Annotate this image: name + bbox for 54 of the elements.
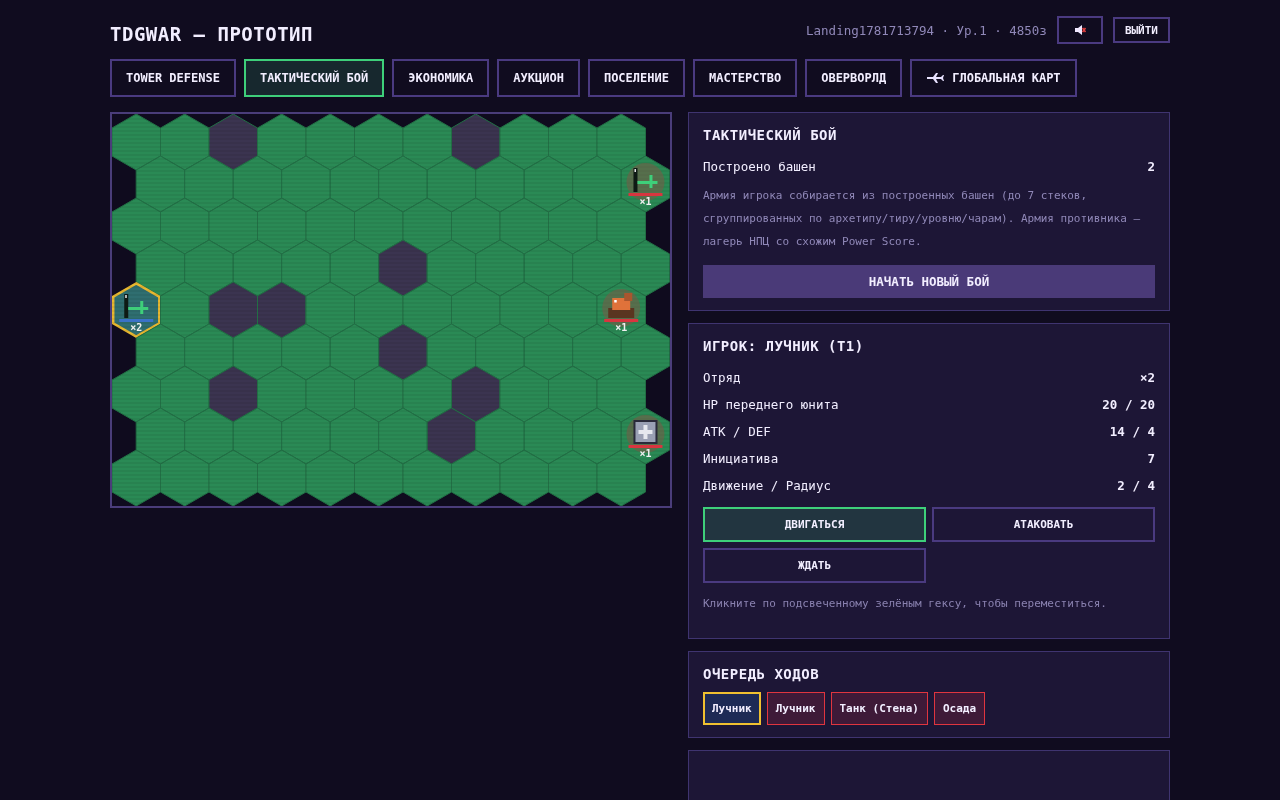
nav-tab[interactable]: ЭКОНОМИКА [392, 59, 490, 97]
action-button[interactable]: ДВИГАТЬСЯ [703, 507, 926, 542]
stat-value: 14 / 4 [1109, 424, 1155, 439]
hex-tile[interactable] [451, 449, 501, 506]
nav-tab[interactable]: ПОСЕЛЕНИЕ [587, 59, 685, 97]
stat-label: HP переднего юнита [703, 397, 839, 412]
queue-chip: Лучник [766, 692, 825, 725]
action-button[interactable]: АТАКОВАТЬ [932, 507, 1155, 542]
nav-tab[interactable]: АУКЦИОН [497, 59, 580, 97]
stat-label: Построено башен [703, 159, 816, 174]
mute-button[interactable] [1056, 16, 1103, 44]
panel-title: ИГРОК: ЛУЧНИК (T1) [703, 338, 865, 354]
hex-tile[interactable] [160, 449, 210, 506]
unit-token[interactable] [119, 294, 154, 322]
airplane-icon [926, 72, 945, 84]
hex-tile[interactable] [620, 239, 670, 297]
start-battle-button[interactable]: НАЧАТЬ НОВЫЙ БОЙ [703, 265, 1155, 298]
hex-tile[interactable] [354, 449, 404, 506]
app-title: TDGWAR — ПРОТОТИП [110, 23, 313, 45]
stat-value: 2 [1147, 159, 1155, 174]
stack-count: ×1 [639, 196, 652, 207]
action-button[interactable]: ЖДАТЬ [703, 548, 926, 583]
panel-title: ТАКТИЧЕСКИЙ БОЙ [703, 127, 838, 143]
stat-label: ATK / DEF [703, 424, 771, 439]
hex-tile[interactable] [257, 449, 307, 506]
stack-count: ×1 [615, 322, 628, 333]
stat-value: 20 / 20 [1102, 397, 1155, 412]
hex-tile[interactable] [402, 449, 452, 506]
hex-tile[interactable] [112, 449, 161, 506]
stack-count: ×1 [639, 448, 652, 459]
hex-tile[interactable] [208, 449, 258, 506]
nav-tab[interactable]: ГЛОБАЛЬНАЯ КАРТ [910, 59, 1077, 97]
stat-value: 7 [1147, 451, 1155, 466]
queue-chip: Осада [934, 692, 986, 725]
stat-value: ×2 [1139, 370, 1155, 385]
stack-count: ×2 [130, 322, 143, 333]
stat-label: Инициатива [703, 451, 779, 466]
stat-label: Движение / Радиус [703, 478, 831, 493]
hex-tile[interactable] [305, 449, 355, 506]
hint-text: Кликните по подсвеченному зелёным гексу, чтобы переместиться. [703, 597, 1108, 610]
panel-title: ОЧЕРЕДЬ ХОДОВ [703, 666, 821, 682]
nav-tab[interactable]: МАСТЕРСТВО [692, 59, 798, 97]
nav-tab[interactable]: ТАКТИЧЕСКИЙ БОЙ [243, 59, 385, 97]
user-info: Landing1781713794 · Ур.1 · 4850з [806, 22, 1047, 38]
nav-tab[interactable]: ОВЕРВОРЛД [805, 59, 903, 97]
description-text: Армия игрока собирается из построенных башен (до 7 стеков, сгруппированных по архетипу/тиру/уровню/чарам). Армия противника — лагерь НПЦ со схожим Power Score. [703, 188, 1142, 250]
hex-tile[interactable] [548, 449, 598, 506]
nav-tab[interactable]: TOWER DEFENSE [110, 59, 236, 97]
stat-value: 2 / 4 [1117, 478, 1155, 493]
stat-label: Отряд [703, 370, 741, 385]
hex-tile[interactable] [499, 449, 549, 506]
queue-chip: Лучник [703, 692, 761, 725]
queue-chip: Танк (Стена) [830, 692, 928, 725]
logout-button[interactable]: ВЫЙТИ [1112, 17, 1170, 43]
